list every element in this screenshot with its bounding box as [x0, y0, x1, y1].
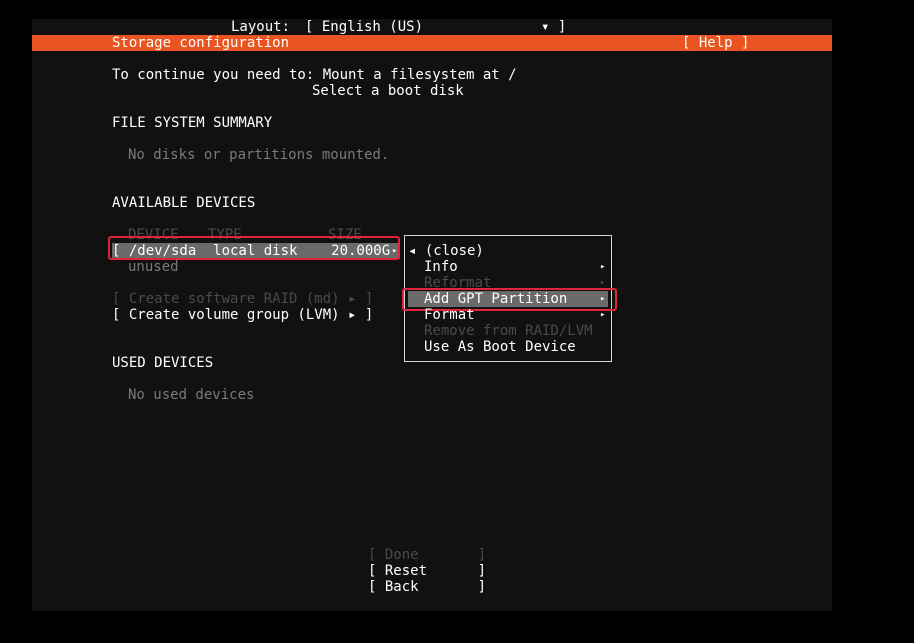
- reset-button[interactable]: [ Reset ]: [368, 563, 486, 579]
- keyboard-layout-select[interactable]: [ English (US) ▾ ]: [305, 19, 566, 35]
- layout-label: Layout:: [231, 19, 291, 35]
- menu-format-arrow-icon: ▸: [600, 310, 606, 320]
- intro-line-2: Select a boot disk: [312, 83, 464, 99]
- menu-close[interactable]: ◂ (close): [408, 243, 484, 259]
- menu-info[interactable]: Info: [424, 259, 458, 275]
- fs-summary-empty: No disks or partitions mounted.: [128, 147, 390, 163]
- fs-summary-heading: FILE SYSTEM SUMMARY: [112, 115, 273, 131]
- device-row-highlight-box: [108, 236, 400, 260]
- installer-terminal: Layout: [ English (US) ▾ ] Storage confi…: [32, 19, 832, 611]
- intro-line-1: To continue you need to: Mount a filesys…: [112, 67, 517, 83]
- create-raid-button[interactable]: [ Create software RAID (md) ▸ ]: [112, 291, 373, 307]
- back-button[interactable]: [ Back ]: [368, 579, 486, 595]
- used-devices-heading: USED DEVICES: [112, 355, 214, 371]
- screen: Layout: [ English (US) ▾ ] Storage confi…: [0, 0, 914, 643]
- used-devices-empty: No used devices: [128, 387, 255, 403]
- menu-format[interactable]: Format: [424, 307, 475, 323]
- available-devices-heading: AVAILABLE DEVICES: [112, 195, 256, 211]
- menu-use-as-boot-device[interactable]: Use As Boot Device: [424, 339, 576, 355]
- done-button[interactable]: [ Done ]: [368, 547, 486, 563]
- page-title: Storage configuration: [112, 35, 290, 51]
- create-lvm-button[interactable]: [ Create volume group (LVM) ▸ ]: [112, 307, 373, 323]
- help-button[interactable]: [ Help ]: [682, 35, 749, 51]
- menu-info-arrow-icon: ▸: [600, 262, 606, 272]
- menu-remove-raid-lvm[interactable]: Remove from RAID/LVM: [424, 323, 593, 339]
- device-status: unused: [128, 259, 179, 275]
